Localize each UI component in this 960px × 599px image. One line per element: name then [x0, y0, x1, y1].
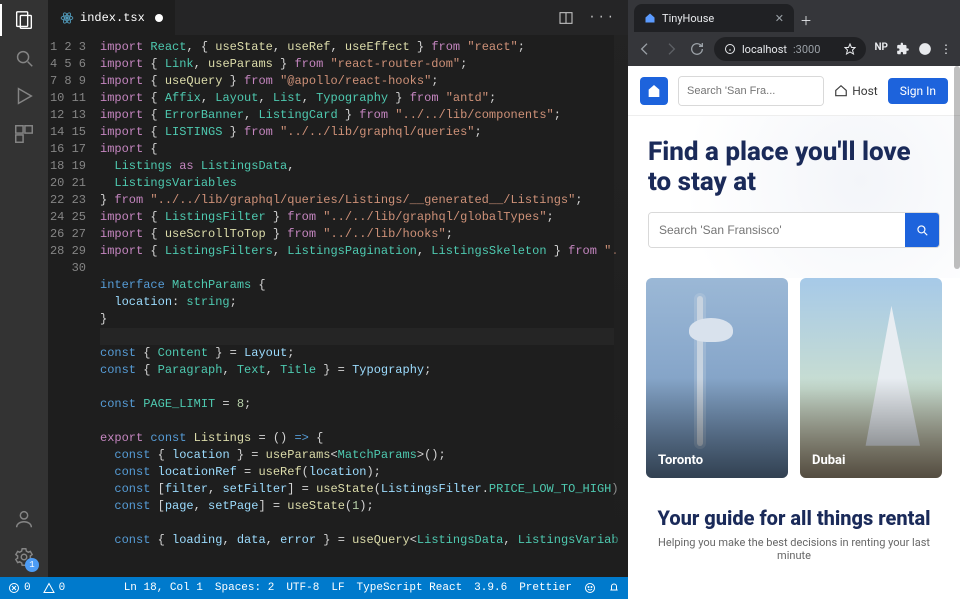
- extensions-icon[interactable]: [12, 122, 36, 146]
- status-spaces[interactable]: Spaces: 2: [215, 582, 274, 594]
- hero-title: Find a place you'll love to stay at: [648, 138, 940, 198]
- editor-tab[interactable]: index.tsx: [48, 0, 176, 35]
- hero-search-button[interactable]: [905, 213, 939, 247]
- browser-tab-strip: TinyHouse ✕ ＋: [628, 0, 960, 32]
- hero-search-input[interactable]: [649, 213, 905, 247]
- tinyhouse-header: Host Sign In: [628, 66, 960, 116]
- back-button[interactable]: [636, 40, 654, 58]
- unsaved-dot-icon: [155, 14, 163, 22]
- status-warnings[interactable]: 0: [43, 582, 66, 594]
- new-tab-button[interactable]: ＋: [794, 8, 818, 32]
- city-card-toronto[interactable]: Toronto: [646, 278, 788, 478]
- city-card-label: Toronto: [646, 443, 715, 478]
- tinyhouse-favicon-icon: [644, 12, 656, 24]
- vscode-main: 1 index.tsx ···: [0, 0, 628, 577]
- status-feedback-icon[interactable]: [584, 582, 596, 594]
- status-errors[interactable]: 0: [8, 582, 31, 594]
- hero-section: Find a place you'll love to stay at: [628, 116, 960, 278]
- status-encoding[interactable]: UTF-8: [286, 582, 319, 594]
- close-tab-icon[interactable]: ✕: [775, 12, 784, 25]
- city-cards: Toronto Dubai: [628, 278, 960, 496]
- status-errors-count: 0: [24, 582, 31, 594]
- header-search-input[interactable]: [679, 77, 824, 105]
- status-language[interactable]: TypeScript React: [357, 582, 463, 594]
- home-icon: [834, 84, 848, 98]
- status-linecol[interactable]: Ln 18, Col 1: [124, 582, 203, 594]
- activity-bar: 1: [0, 0, 48, 577]
- host-label: Host: [852, 84, 878, 98]
- guide-title: Your guide for all things rental: [648, 506, 940, 530]
- browser-window: TinyHouse ✕ ＋ localhost :3000 NP: [628, 0, 960, 599]
- refresh-button[interactable]: [688, 40, 706, 58]
- explorer-icon[interactable]: [12, 8, 36, 32]
- status-eol[interactable]: LF: [331, 582, 344, 594]
- city-card-dubai[interactable]: Dubai: [800, 278, 942, 478]
- code-content[interactable]: import React, { useState, useRef, useEff…: [100, 35, 628, 577]
- editor-area: index.tsx ··· 1 2 3 4 5 6 7 8 9 10 11 12…: [48, 0, 628, 577]
- header-search: [678, 76, 824, 106]
- omnibox[interactable]: localhost :3000: [714, 37, 866, 61]
- status-bell-icon[interactable]: [608, 582, 620, 594]
- site-info-icon[interactable]: [724, 43, 736, 55]
- profile-avatar-icon[interactable]: [918, 42, 932, 56]
- more-actions-icon[interactable]: ···: [588, 10, 616, 26]
- settings-gear-icon[interactable]: 1: [12, 545, 36, 569]
- browser-tab[interactable]: TinyHouse ✕: [634, 4, 794, 32]
- extension-np[interactable]: NP: [874, 42, 888, 56]
- run-debug-icon[interactable]: [12, 84, 36, 108]
- code-editor[interactable]: 1 2 3 4 5 6 7 8 9 10 11 12 13 14 15 16 1…: [48, 35, 628, 577]
- line-gutter: 1 2 3 4 5 6 7 8 9 10 11 12 13 14 15 16 1…: [48, 35, 100, 577]
- status-bar: 0 0 Ln 18, Col 1 Spaces: 2 UTF-8 LF Type…: [0, 577, 628, 599]
- tinyhouse-logo-icon[interactable]: [640, 77, 668, 105]
- react-file-icon: [60, 11, 74, 25]
- omnibox-host: localhost: [742, 43, 787, 56]
- account-icon[interactable]: [12, 507, 36, 531]
- page-scrollbar[interactable]: [954, 66, 960, 269]
- split-editor-icon[interactable]: [558, 10, 574, 26]
- browser-tab-title: TinyHouse: [662, 12, 714, 25]
- tab-filename: index.tsx: [80, 11, 145, 25]
- hero-search: [648, 212, 940, 248]
- bookmark-star-icon[interactable]: [844, 43, 856, 55]
- omnibox-port: :3000: [793, 43, 820, 56]
- extensions-puzzle-icon[interactable]: [896, 42, 910, 56]
- city-card-label: Dubai: [800, 443, 857, 478]
- search-icon: [915, 223, 929, 237]
- guide-section: Your guide for all things rental Helping…: [628, 496, 960, 562]
- chrome-menu-icon[interactable]: ⋮: [940, 42, 952, 56]
- minimap[interactable]: [614, 35, 628, 577]
- host-link[interactable]: Host: [834, 84, 878, 98]
- guide-subtext: Helping you make the best decisions in r…: [648, 536, 940, 562]
- tab-bar: index.tsx ···: [48, 0, 628, 35]
- search-icon[interactable]: [12, 46, 36, 70]
- signin-button[interactable]: Sign In: [888, 78, 948, 104]
- settings-badge: 1: [25, 558, 39, 572]
- forward-button[interactable]: [662, 40, 680, 58]
- page-viewport[interactable]: Host Sign In Find a place you'll love to…: [628, 66, 960, 599]
- browser-toolbar: localhost :3000 NP ⋮: [628, 32, 960, 66]
- status-tsversion[interactable]: 3.9.6: [474, 582, 507, 594]
- status-warnings-count: 0: [59, 582, 66, 594]
- status-prettier[interactable]: Prettier: [519, 582, 572, 594]
- vscode-window: 1 index.tsx ···: [0, 0, 628, 599]
